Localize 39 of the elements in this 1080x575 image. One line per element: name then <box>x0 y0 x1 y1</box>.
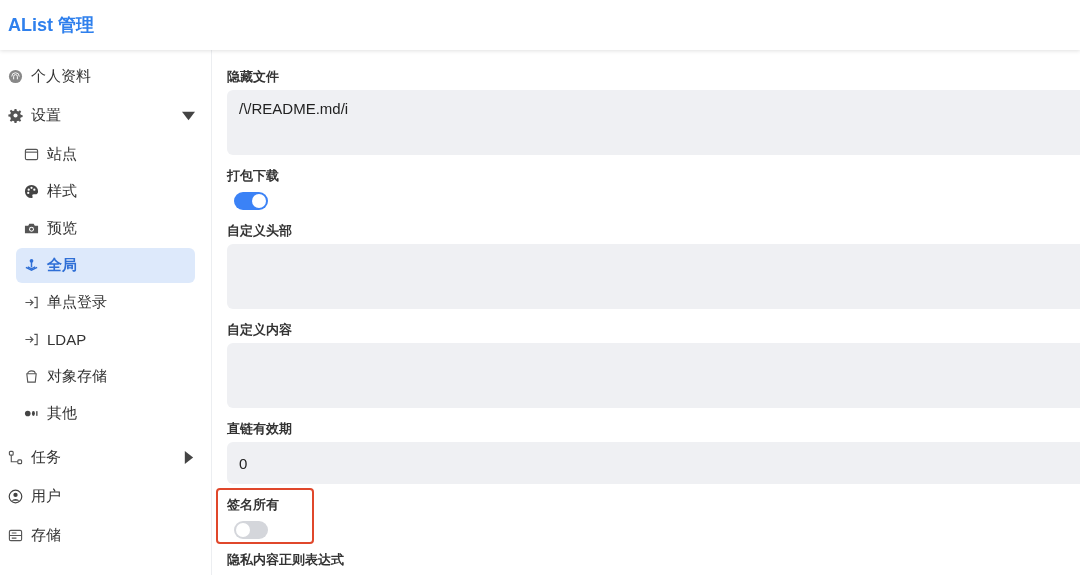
sidebar-item[interactable]: 对象存储 <box>16 359 195 394</box>
flowchart-icon <box>8 450 23 465</box>
sidebar-item[interactable]: LDAP <box>16 322 195 357</box>
sidebar-item[interactable]: 个人资料 <box>0 57 211 96</box>
field-label: 签名所有 <box>227 496 279 514</box>
camera-icon <box>24 221 39 236</box>
toggle-switch[interactable] <box>234 192 268 210</box>
sidebar-item[interactable]: 其他 <box>16 396 195 431</box>
sidebar-item[interactable]: 样式 <box>16 174 195 209</box>
caret-icon <box>182 109 195 122</box>
storage-icon <box>8 528 23 543</box>
field-label: 打包下载 <box>227 167 279 185</box>
window-icon <box>24 147 39 162</box>
sidebar-item[interactable]: 任务 <box>0 438 211 477</box>
joystick-icon <box>24 258 39 273</box>
user-icon <box>8 489 23 504</box>
field-label: 自定义头部 <box>227 222 292 240</box>
field-label: 直链有效期 <box>227 420 292 438</box>
sidebar-item[interactable]: 用户 <box>0 477 211 516</box>
field-label: 隐藏文件 <box>227 68 279 86</box>
field-label: 隐私内容正则表达式 <box>227 551 344 569</box>
palette-icon <box>24 184 39 199</box>
text-area[interactable]: /\/README.md/i <box>227 90 1080 155</box>
bucket-icon <box>24 369 39 384</box>
sidebar-item[interactable]: 站点 <box>16 137 195 172</box>
settings-icon <box>8 108 23 123</box>
sidebar-item[interactable]: 设置 <box>0 96 211 135</box>
fingerprint-icon <box>8 69 23 84</box>
input-field[interactable]: 0 <box>227 442 1080 484</box>
sidebar-item[interactable]: 预览 <box>16 211 195 246</box>
login-icon <box>24 295 39 310</box>
field-label: 自定义内容 <box>227 321 292 339</box>
caret-icon <box>182 451 195 464</box>
sidebar-item[interactable]: 单点登录 <box>16 285 195 320</box>
app-title: AList 管理 <box>8 14 94 37</box>
login-icon <box>24 332 39 347</box>
sidebar-item[interactable]: 存储 <box>0 516 211 555</box>
sidebar-item[interactable]: 全局 <box>16 248 195 283</box>
toggle-switch[interactable] <box>234 521 268 539</box>
